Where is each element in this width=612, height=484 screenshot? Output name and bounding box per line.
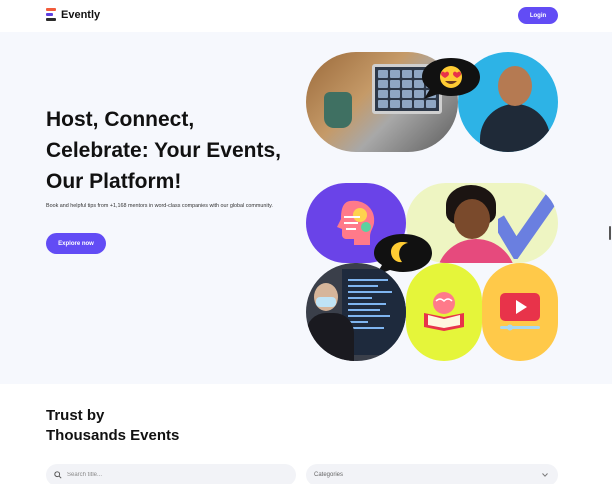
explore-now-button[interactable]: Explore now [46,233,106,254]
login-button[interactable]: Login [518,7,558,24]
video-play-image [482,263,558,361]
trust-heading-line-2: Thousands Events [46,427,180,444]
trust-heading-line-1: Trust by [46,407,105,424]
trust-heading: Trust by Thousands Events [46,406,179,446]
video-play-icon [500,293,540,331]
brand-logo[interactable]: Evently [46,8,100,21]
categories-dropdown[interactable]: Categories [306,464,558,484]
evently-logo-icon [46,8,57,21]
search-input[interactable] [67,472,267,478]
search-icon [54,471,62,479]
chevron-down-icon [542,473,548,477]
top-header: Evently Login [0,0,612,32]
hero-description: Book and helpful tips from +1,168 mentor… [46,203,273,209]
heart-eyes-emoji-icon [422,58,480,99]
brand-name: Evently [61,8,101,21]
brain-book-icon [424,292,464,331]
teacher-whiteboard-image [306,263,406,361]
hero-title-line-2: Celebrate: Your Events, [46,139,281,162]
checkmark-shape [498,189,558,259]
search-bar[interactable] [46,464,296,484]
mug-shape [324,92,352,128]
brain-book-image [406,263,482,361]
categories-label: Categories [314,472,344,478]
hero-title-line-1: Host, Connect, [46,108,195,131]
hero-title-line-3: Our Platform! [46,170,182,193]
hero-title: Host, Connect, Celebrate: Your Events, O… [46,104,306,197]
scrollbar-thumb[interactable] [609,226,611,240]
